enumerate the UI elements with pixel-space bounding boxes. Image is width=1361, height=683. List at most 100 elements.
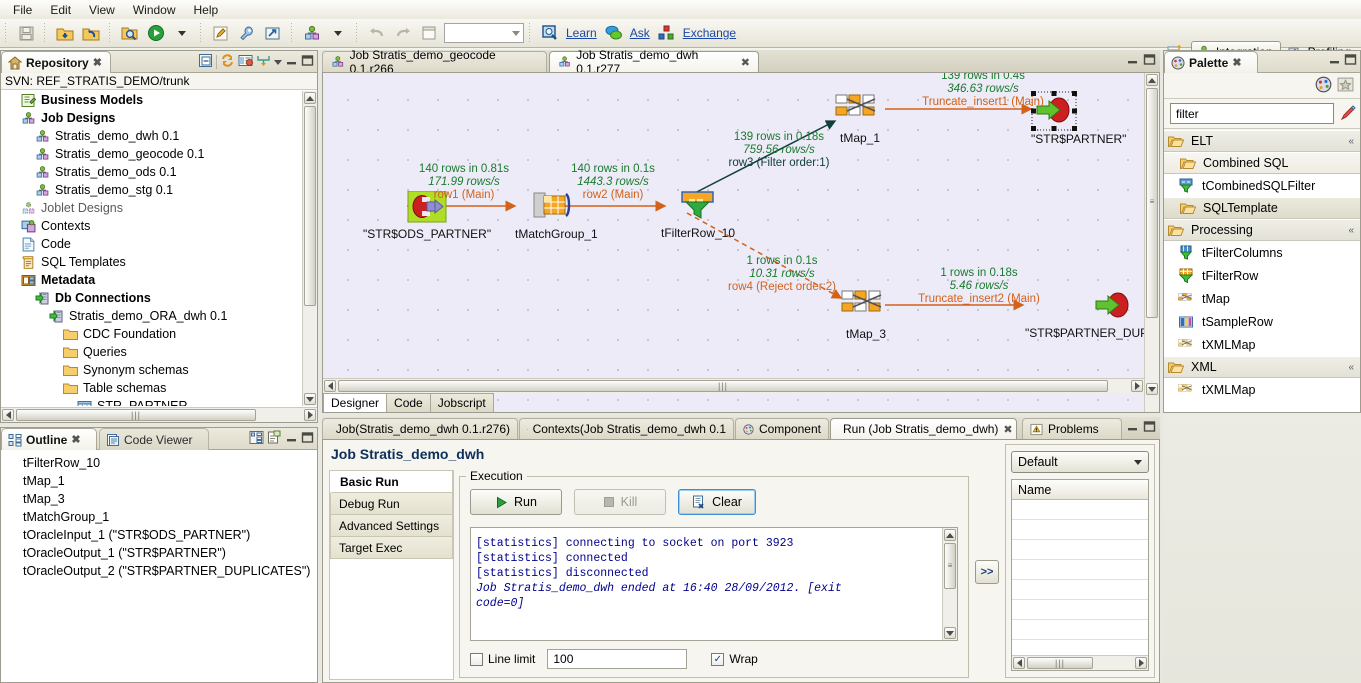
view-menu-icon[interactable] <box>274 59 282 65</box>
scroll-left-icon[interactable] <box>2 409 14 421</box>
tab-code[interactable]: Code <box>386 393 431 412</box>
context-table-row[interactable] <box>1012 600 1148 620</box>
canvas-hscroll-thumb[interactable]: ||| <box>338 380 1108 392</box>
minimize-icon[interactable] <box>1328 53 1341 69</box>
bottom-tab-run[interactable]: Run (Job Stratis_demo_dwh) ✖ <box>830 418 1017 439</box>
tab-palette[interactable]: Palette ✖ <box>1164 51 1258 73</box>
connection-label-truncate2[interactable]: 1 rows in 0.18s 5.46 rows/s Truncate_ins… <box>889 267 1069 306</box>
outline-item[interactable]: tOracleOutput_2 ("STR$PARTNER_DUPLICATES… <box>1 562 317 580</box>
line-limit-input[interactable]: 100 <box>547 649 688 669</box>
save-icon[interactable] <box>13 21 39 45</box>
collapse-chevrons-icon[interactable]: « <box>1348 225 1354 236</box>
repository-hscroll-thumb[interactable]: ||| <box>16 409 256 421</box>
minimize-icon[interactable] <box>285 54 298 70</box>
tab-outline[interactable]: Outline ✖ <box>1 428 97 450</box>
palette-group[interactable]: SQLTemplate <box>1164 197 1360 219</box>
toolbar-grip[interactable] <box>3 22 10 44</box>
connection-label-row1[interactable]: 140 rows in 0.81s 171.99 rows/s row1 (Ma… <box>409 163 519 202</box>
properties-icon[interactable] <box>267 430 282 448</box>
repository-tree-item[interactable]: Job Designs <box>1 109 317 127</box>
close-icon[interactable]: ✖ <box>741 56 750 69</box>
repository-tree-item[interactable]: Business Models <box>1 91 317 109</box>
outline-item[interactable]: tMap_3 <box>1 490 317 508</box>
palette-list[interactable]: ELT « Combined SQL tCombinedSQLFilter SQLTem… <box>1164 130 1360 412</box>
show-modules-icon[interactable] <box>238 53 253 71</box>
repository-tree-item[interactable]: Stratis_demo_stg 0.1 <box>1 181 317 199</box>
menu-item-edit[interactable]: Edit <box>41 1 80 19</box>
repository-tree-item[interactable]: Queries <box>1 343 317 361</box>
subtab-advanced-settings[interactable]: Advanced Settings <box>330 515 453 537</box>
repository-tree-item[interactable]: SQL Templates <box>1 253 317 271</box>
palette-group[interactable]: XML « <box>1164 356 1360 378</box>
tab-jobscript[interactable]: Jobscript <box>429 393 494 412</box>
scroll-up-icon[interactable] <box>304 92 316 104</box>
context-hscroll-thumb[interactable]: ||| <box>1027 657 1093 669</box>
repository-tree-item[interactable]: CDC Foundation <box>1 325 317 343</box>
palette-item[interactable]: tXMLMap <box>1164 378 1360 401</box>
canvas-vscroll-thumb[interactable]: ≡ <box>1146 88 1158 318</box>
close-icon[interactable]: ✖ <box>1232 56 1241 69</box>
redo-icon[interactable] <box>390 21 416 45</box>
context-table-row[interactable] <box>1012 580 1148 600</box>
exchange-blocks-icon[interactable] <box>654 21 680 45</box>
outline-item[interactable]: tOracleInput_1 ("STR$ODS_PARTNER") <box>1 526 317 544</box>
toolbar-grip-7[interactable] <box>527 22 534 44</box>
console-vscroll-thumb[interactable]: ≡ <box>944 543 956 589</box>
sort-tree-icon[interactable] <box>249 430 264 448</box>
connection-label-row4[interactable]: 1 rows in 0.1s 10.31 rows/s row4 (Reject… <box>697 255 867 294</box>
context-table-row[interactable] <box>1012 540 1148 560</box>
scroll-right-icon[interactable] <box>1135 657 1147 669</box>
minimize-icon[interactable] <box>1126 420 1139 436</box>
magnifier-icon[interactable] <box>537 21 563 45</box>
bottom-tab-problems[interactable]: Problems <box>1022 418 1122 439</box>
menu-item-help[interactable]: Help <box>185 1 228 19</box>
run-job-icon[interactable] <box>143 21 169 45</box>
favorite-icon[interactable] <box>1337 76 1354 96</box>
context-combo[interactable]: Default <box>1011 451 1149 473</box>
sash-outline[interactable] <box>0 423 318 427</box>
wrap-checkbox[interactable]: ✓ <box>711 652 725 666</box>
repository-tree-item[interactable]: STR_PARTNER <box>1 397 317 406</box>
collapse-chevrons-icon[interactable]: « <box>1348 136 1354 147</box>
import-items-icon[interactable] <box>52 21 78 45</box>
tab-designer[interactable]: Designer <box>323 393 388 412</box>
toolbar-grip-4[interactable] <box>198 22 205 44</box>
canvas-hscrollbar[interactable]: ||| <box>323 378 1144 393</box>
repository-tree-item[interactable]: Stratis_demo_dwh 0.1 <box>1 127 317 145</box>
scroll-down-icon[interactable] <box>304 393 316 405</box>
outline-item[interactable]: tOracleOutput_1 ("STR$PARTNER") <box>1 544 317 562</box>
node-tMap_3[interactable]: tMap_3 <box>841 289 891 341</box>
export-items-icon[interactable] <box>78 21 104 45</box>
scroll-up-icon[interactable] <box>1146 74 1158 86</box>
learn-link[interactable]: Learn <box>566 26 597 40</box>
maximize-icon[interactable] <box>301 431 314 447</box>
subtab-debug-run[interactable]: Debug Run <box>330 493 453 515</box>
toolbar-grip-5[interactable] <box>289 22 296 44</box>
collapse-all-icon[interactable] <box>198 53 213 71</box>
connection-label-truncate1[interactable]: 139 rows in 0.4s 346.63 rows/s Truncate_… <box>893 73 1073 109</box>
maximize-icon[interactable] <box>301 54 314 70</box>
palette-item[interactable]: tMap <box>1164 287 1360 310</box>
menu-item-view[interactable]: View <box>80 1 124 19</box>
scroll-left-icon[interactable] <box>324 380 336 392</box>
palette-item[interactable]: tXMLMap <box>1164 333 1360 356</box>
scroll-right-icon[interactable] <box>1131 380 1143 392</box>
repository-tree[interactable]: Business Models Job Designs Stratis_demo_d… <box>1 91 317 406</box>
editor-tab-dwh[interactable]: Job Stratis_demo_dwh 0.1.r277 ✖ <box>549 48 759 76</box>
scroll-down-icon[interactable] <box>944 627 956 639</box>
repository-vscroll-thumb[interactable] <box>304 106 316 306</box>
scroll-right-icon[interactable] <box>304 409 316 421</box>
undo-icon[interactable] <box>364 21 390 45</box>
repository-tree-item[interactable]: Stratis_demo_ods 0.1 <box>1 163 317 181</box>
job-design-canvas[interactable]: "STR$ODS_PARTNER" tMatchGroup_1 tFilterR… <box>322 72 1160 413</box>
exchange-link[interactable]: Exchange <box>683 26 736 40</box>
minimize-icon[interactable] <box>1126 53 1139 69</box>
sash-bottom[interactable] <box>322 413 1160 417</box>
context-hscrollbar[interactable]: ||| <box>1012 655 1148 670</box>
new-dropdown-caret[interactable] <box>325 21 351 45</box>
palette-group[interactable]: Combined SQL <box>1164 152 1360 174</box>
palette-group[interactable]: Processing « <box>1164 219 1360 241</box>
merge-icon[interactable] <box>256 53 271 71</box>
outline-item[interactable]: tMap_1 <box>1 472 317 490</box>
palette-group[interactable]: ELT « <box>1164 130 1360 152</box>
